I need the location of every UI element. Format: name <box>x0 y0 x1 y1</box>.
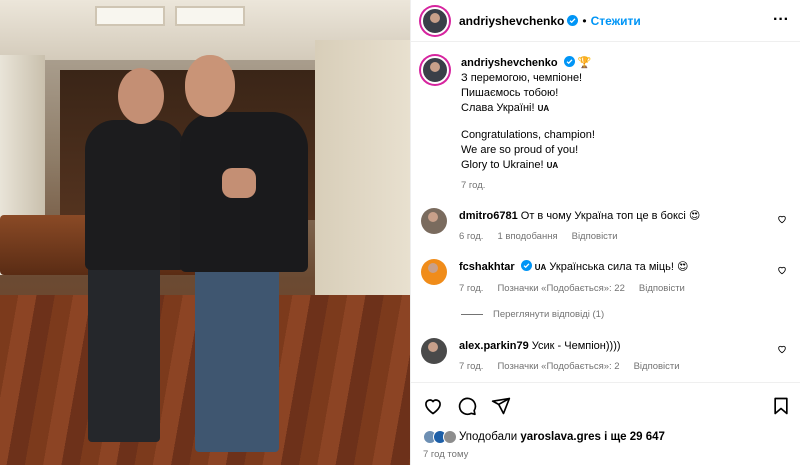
person-left-head <box>118 68 164 124</box>
person-right-legs <box>195 262 279 452</box>
more-options-icon[interactable]: ··· <box>773 12 789 28</box>
replies-line <box>461 314 483 315</box>
heart-icon[interactable] <box>777 344 787 354</box>
post-actions: Уподобали yaroslava.gres і ще 29 647 7 г… <box>411 382 800 465</box>
like-heart-icon[interactable] <box>423 396 443 416</box>
caption-body: andriyshevchenko 🏆 З перемогою, чемпіоне… <box>461 56 793 193</box>
comment-likes[interactable]: Позначки «Подобається»: 22 <box>497 281 624 297</box>
person-right-fist <box>222 168 256 198</box>
flag-ua: UA <box>546 161 559 170</box>
comments-scroll[interactable]: andriyshevchenko 🏆 З перемогою, чемпіоне… <box>411 42 800 382</box>
view-replies-button[interactable]: Переглянути відповіді (1) <box>461 309 604 320</box>
person-left-body <box>85 120 185 270</box>
avatar <box>443 430 457 444</box>
avatar[interactable] <box>421 208 447 234</box>
post-side-panel: andriyshevchenko • Стежити ··· andriyshe… <box>410 0 800 465</box>
trophy-icon: 🏆 <box>577 57 592 69</box>
heart-icon[interactable] <box>777 214 787 224</box>
comment-time[interactable]: 6 год. <box>459 229 483 245</box>
heart-icon[interactable] <box>777 265 787 275</box>
ceiling-light <box>175 6 245 26</box>
caption-time[interactable]: 7 год. <box>461 178 485 193</box>
post-time-ago[interactable]: 7 год тому <box>423 449 468 460</box>
comment-username[interactable]: dmitro6781 <box>459 210 518 222</box>
share-icon[interactable] <box>491 396 511 416</box>
avatar[interactable] <box>421 259 447 285</box>
person-left-legs <box>88 262 160 442</box>
avatar[interactable] <box>421 6 449 35</box>
reply-button[interactable]: Відповісти <box>639 281 685 297</box>
comment: alex.parkin79 Усик - Чемпіон)))) 7 год. … <box>421 338 793 375</box>
verified-icon <box>567 15 579 26</box>
view-replies-label: Переглянути відповіді (1) <box>493 309 605 320</box>
caption: andriyshevchenko 🏆 З перемогою, чемпіоне… <box>421 56 793 193</box>
reply-button[interactable]: Відповісти <box>572 229 618 245</box>
post-header: andriyshevchenko • Стежити ··· <box>411 0 800 42</box>
comment-likes[interactable]: Позначки «Подобається»: 2 <box>497 359 619 375</box>
comment-username[interactable]: alex.parkin79 <box>459 340 529 352</box>
comment-text: Українська сила та міць! 😍 <box>549 261 689 273</box>
verified-icon <box>520 260 532 271</box>
comment-time[interactable]: 7 год. <box>459 359 483 375</box>
caption-line: Пишаємось тобою! <box>461 87 559 99</box>
comment-text: От в чому Україна топ це в боксі 😍 <box>520 210 701 222</box>
caption-line: Glory to Ukraine! <box>461 159 544 171</box>
verified-icon <box>563 56 575 67</box>
liked-by-user[interactable]: yaroslava.gres <box>520 431 601 443</box>
comment-time[interactable]: 7 год. <box>459 281 483 297</box>
caption-meta: 7 год. <box>461 178 793 193</box>
action-icons <box>423 396 511 416</box>
comment-likes[interactable]: 1 вподобання <box>497 229 557 245</box>
reply-button[interactable]: Відповісти <box>634 359 680 375</box>
comment-meta: 6 год. 1 вподобання Відповісти <box>459 229 793 245</box>
comment-text: Усик - Чемпіон)))) <box>531 340 621 352</box>
caption-line: We are so proud of you! <box>461 144 579 156</box>
follow-button[interactable]: Стежити <box>591 14 641 28</box>
avatar[interactable] <box>421 338 447 364</box>
liker-avatars[interactable] <box>423 430 457 444</box>
comment-body: alex.parkin79 Усик - Чемпіон)))) 7 год. … <box>459 338 793 375</box>
author-username[interactable]: andriyshevchenko <box>459 14 564 28</box>
ceiling-light <box>95 6 165 26</box>
comment: fcshakhtar UA Українська сила та міць! 😍… <box>421 259 793 297</box>
caption-line: Congratulations, champion! <box>461 129 595 141</box>
comment-body: fcshakhtar UA Українська сила та міць! 😍… <box>459 259 793 297</box>
flag-ua: UA <box>534 263 547 272</box>
likes-count[interactable]: і ще 29 647 <box>604 431 665 443</box>
caption-line: Слава Україні! <box>461 102 535 114</box>
post-dialog: andriyshevchenko • Стежити ··· andriyshe… <box>0 0 800 465</box>
comment-body: dmitro6781 От в чому Україна топ це в бо… <box>459 208 793 245</box>
comment: dmitro6781 От в чому Україна топ це в бо… <box>421 208 793 245</box>
liked-by: Уподобали yaroslava.gres і ще 29 647 <box>423 430 665 444</box>
avatar[interactable] <box>421 56 449 84</box>
comment-icon[interactable] <box>457 396 477 416</box>
caption-username[interactable]: andriyshevchenko <box>461 57 558 69</box>
liked-by-prefix: Уподобали <box>459 431 518 443</box>
separator-dot: • <box>582 13 587 28</box>
comment-meta: 7 год. Позначки «Подобається»: 2 Відпові… <box>459 359 793 375</box>
save-bookmark-icon[interactable] <box>771 396 791 421</box>
post-photo[interactable] <box>0 0 410 465</box>
caption-line: З перемогою, чемпіоне! <box>461 72 583 84</box>
comment-username[interactable]: fcshakhtar <box>459 261 515 273</box>
person-right-head <box>185 55 235 117</box>
comment-meta: 7 год. Позначки «Подобається»: 22 Відпов… <box>459 281 793 297</box>
flag-ua: UA <box>537 104 550 113</box>
